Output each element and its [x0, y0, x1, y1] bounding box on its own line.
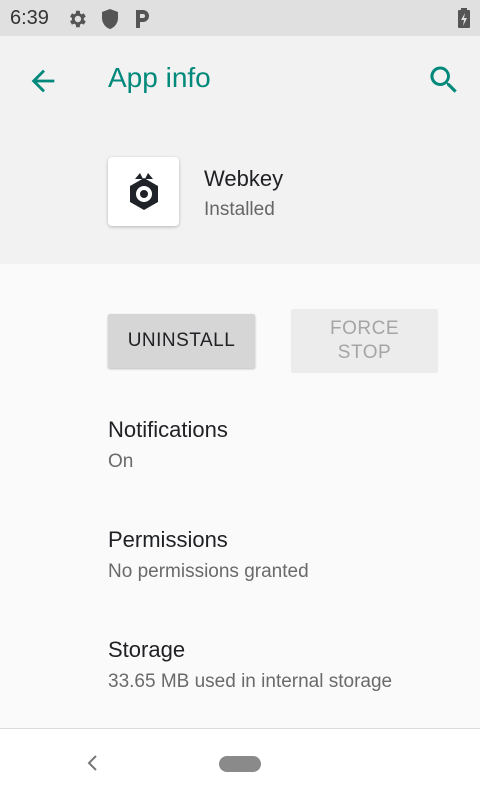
status-time: 6:39: [10, 7, 49, 29]
permissions-row[interactable]: Permissions No permissions granted: [108, 527, 309, 583]
page-title: App info: [108, 62, 211, 93]
permissions-title: Permissions: [108, 527, 228, 552]
app-install-status: Installed: [204, 199, 275, 220]
search-icon: [430, 66, 457, 93]
storage-title: Storage: [108, 637, 186, 662]
status-bar: 6:39: [0, 0, 480, 36]
search-button[interactable]: [426, 62, 462, 98]
force-stop-button[interactable]: FORCE STOP: [291, 309, 438, 373]
arrow-back-icon: [31, 69, 55, 93]
storage-subtitle: 33.65 MB used in internal storage: [108, 671, 393, 692]
notifications-row[interactable]: Notifications On: [108, 417, 228, 473]
parking-icon: [132, 8, 152, 35]
webkey-logo-icon: [129, 172, 158, 210]
notifications-subtitle: On: [108, 451, 134, 472]
app-info-header: App info Webkey Installed: [0, 36, 480, 264]
nav-home-button[interactable]: [219, 756, 261, 772]
app-icon: [108, 157, 179, 226]
navigation-bar: [0, 729, 480, 800]
storage-row[interactable]: Storage 33.65 MB used in internal storag…: [108, 637, 392, 693]
permissions-subtitle: No permissions granted: [108, 561, 309, 582]
back-button[interactable]: [26, 64, 60, 98]
chevron-left-icon: [87, 755, 97, 771]
notifications-title: Notifications: [108, 417, 228, 442]
app-name: Webkey: [204, 166, 284, 191]
action-buttons: UNINSTALL FORCE STOP: [0, 308, 480, 378]
uninstall-button[interactable]: UNINSTALL: [108, 314, 255, 368]
battery-charging-icon: [457, 7, 471, 34]
shield-icon: [100, 8, 120, 35]
status-icons: [66, 8, 152, 35]
nav-back-button[interactable]: [84, 753, 102, 778]
gear-icon: [66, 8, 88, 35]
